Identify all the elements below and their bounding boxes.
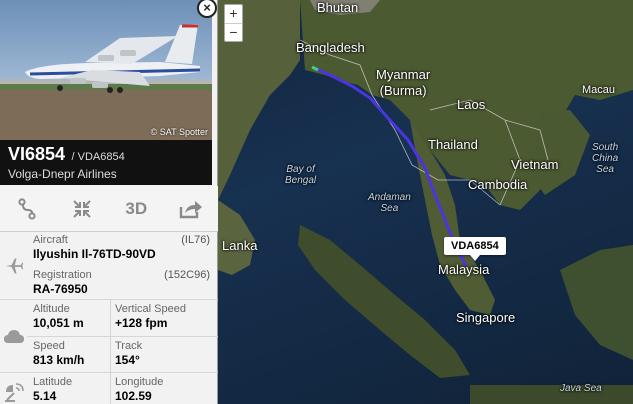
altitude-field: Altitude 10,051 m xyxy=(33,303,84,330)
latitude-label: Latitude xyxy=(33,376,73,388)
registration-field: Registration (152C96) RA-76950 xyxy=(33,269,210,296)
map-label-cambodia: Cambodia xyxy=(468,177,528,192)
view-3d-button[interactable]: 3D xyxy=(109,186,164,231)
flight-info-panel: © SAT Spotter × VI6854 / VDA6854 Volga-D… xyxy=(0,0,218,404)
aircraft-type-code: (IL76) xyxy=(181,234,210,246)
registration-label: Registration xyxy=(33,269,92,281)
altitude-label: Altitude xyxy=(33,303,70,315)
airplane-photo-image xyxy=(0,24,212,140)
map-label-thailand: Thailand xyxy=(428,137,478,152)
longitude-label: Longitude xyxy=(115,376,164,388)
flight-tracker-app: + − Bhutan Bangladesh Myanmar (Burma) La… xyxy=(0,0,633,404)
map-label-macau: Macau xyxy=(582,84,616,96)
vertical-speed-value: +128 fpm xyxy=(115,316,168,330)
collapse-icon xyxy=(73,199,91,218)
map-label-south-china-sea: South China Sea xyxy=(592,142,619,175)
latitude-value: 5.14 xyxy=(33,389,57,403)
map-label-andaman-sea: Andaman Sea xyxy=(368,192,411,214)
map-label-laos: Laos xyxy=(457,97,486,112)
altitude-value: 10,051 m xyxy=(33,316,84,330)
map-label-bangladesh: Bangladesh xyxy=(296,40,365,55)
track-field: Track 154° xyxy=(115,340,142,367)
registration-value[interactable]: RA-76950 xyxy=(33,282,210,296)
flight-tag[interactable]: VDA6854 xyxy=(444,237,506,261)
aircraft-icon xyxy=(0,233,27,299)
zoom-in-button[interactable]: + xyxy=(225,5,242,23)
callsign: VI6854 xyxy=(8,144,66,164)
map-label-malaysia: Malaysia xyxy=(438,262,490,277)
radar-icon xyxy=(0,373,27,404)
vertical-speed-field: Vertical Speed +128 fpm xyxy=(115,303,186,330)
map-label-myanmar: Myanmar (Burma) xyxy=(376,67,431,98)
aircraft-section: Aircraft (IL76) Ilyushin Il-76TD-90VD Re… xyxy=(0,233,218,300)
aircraft-label: Aircraft xyxy=(33,234,68,246)
column-divider xyxy=(110,373,111,404)
map-label-java-sea: Java Sea xyxy=(560,383,602,394)
flight-details: Aircraft (IL76) Ilyushin Il-76TD-90VD Re… xyxy=(0,233,218,404)
route-button[interactable] xyxy=(0,186,55,231)
route-icon xyxy=(18,197,36,220)
altitude-speed-section: Altitude 10,051 m Vertical Speed +128 fp… xyxy=(0,300,218,373)
longitude-field: Longitude 102.59 xyxy=(115,376,163,403)
flight-header: VI6854 / VDA6854 Volga-Dnepr Airlines xyxy=(0,140,212,185)
aircraft-photo[interactable]: © SAT Spotter xyxy=(0,0,212,140)
share-button[interactable] xyxy=(164,186,219,231)
panel-toolbar: 3D xyxy=(0,186,218,232)
photo-credit[interactable]: © SAT Spotter xyxy=(151,127,208,137)
aircraft-field: Aircraft (IL76) Ilyushin Il-76TD-90VD xyxy=(33,234,210,261)
map-label-singapore: Singapore xyxy=(456,310,516,325)
airline-name[interactable]: Volga-Dnepr Airlines xyxy=(8,167,204,181)
map-label-vietnam: Vietnam xyxy=(511,157,559,172)
cloud-icon xyxy=(0,300,27,372)
speed-value: 813 km/h xyxy=(33,353,85,367)
zoom-control: + − xyxy=(224,4,243,42)
speed-label: Speed xyxy=(33,340,65,352)
track-label: Track xyxy=(115,340,143,352)
position-section: Latitude 5.14 Longitude 102.59 xyxy=(0,373,218,404)
speed-field: Speed 813 km/h xyxy=(33,340,84,367)
longitude-value: 102.59 xyxy=(115,389,152,403)
registration-code: (152C96) xyxy=(164,269,210,281)
share-icon xyxy=(179,200,202,218)
zoom-out-button[interactable]: − xyxy=(225,23,242,41)
aircraft-value[interactable]: Ilyushin Il-76TD-90VD xyxy=(33,247,210,261)
flight-code: / VDA6854 xyxy=(71,151,125,163)
map-label-bay-of-bengal: Bay of Bengal xyxy=(285,164,317,186)
map-label-bhutan: Bhutan xyxy=(317,0,359,15)
collapse-button[interactable] xyxy=(55,186,110,231)
close-button[interactable]: × xyxy=(197,0,217,18)
map-label-sri-lanka: Lanka xyxy=(222,238,258,253)
vertical-speed-label: Vertical Speed xyxy=(115,303,186,315)
track-value: 154° xyxy=(115,353,140,367)
latitude-field: Latitude 5.14 xyxy=(33,376,72,403)
